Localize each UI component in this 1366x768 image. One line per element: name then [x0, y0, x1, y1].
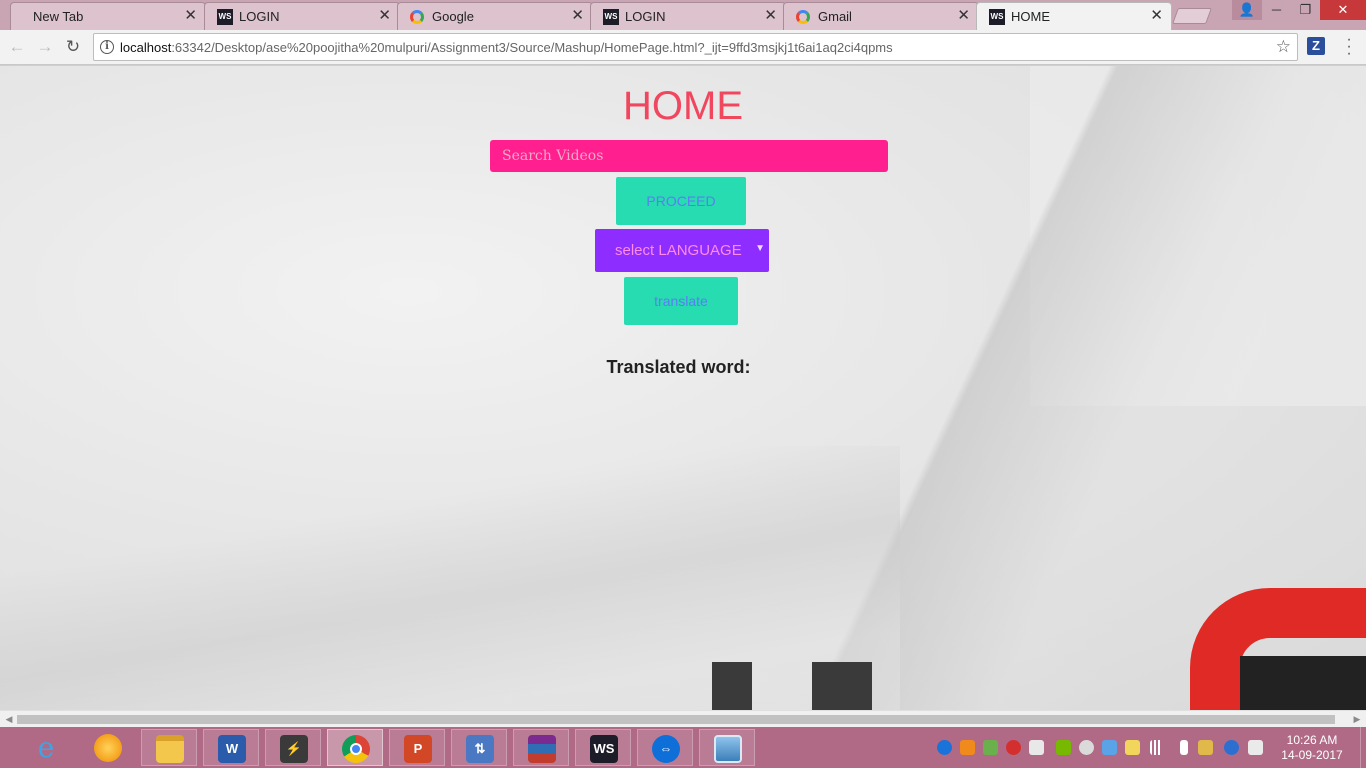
scrollbar-thumb[interactable] [17, 715, 1335, 724]
scroll-left-arrow-icon[interactable]: ◀ [2, 714, 16, 725]
background-dark-graphic [712, 662, 872, 710]
security-tray-icon[interactable] [983, 740, 998, 755]
forward-arrow-icon[interactable]: → [34, 36, 56, 58]
translate-button[interactable]: translate [624, 277, 738, 325]
powerpoint-icon[interactable]: P [389, 729, 445, 766]
tray-app-icon[interactable] [1102, 740, 1117, 755]
url-text[interactable]: localhost:63342/Desktop/ase%20poojitha%2… [120, 40, 893, 55]
volume-icon[interactable] [1079, 740, 1094, 755]
tab-login-2[interactable]: WS LOGIN ✕ [590, 2, 786, 30]
reload-icon[interactable]: ↻ [62, 36, 84, 58]
tab-login-1[interactable]: WS LOGIN ✕ [204, 2, 400, 30]
show-desktop-button[interactable] [1360, 727, 1366, 768]
window-controls: 👤 ─ ❐ ✕ [1232, 0, 1366, 20]
teamviewer-tray-icon[interactable] [937, 740, 952, 755]
media-player-icon[interactable] [80, 729, 136, 766]
nvidia-tray-icon[interactable] [1056, 740, 1071, 755]
internet-explorer-icon[interactable]: e [18, 729, 74, 766]
tab-close-icon[interactable]: ✕ [764, 7, 777, 25]
background-dark-graphic [1240, 656, 1366, 710]
language-select-value: select LANGUAGE [615, 242, 742, 259]
teamviewer-icon[interactable]: ⇔ [637, 729, 693, 766]
tab-close-icon[interactable]: ✕ [378, 7, 391, 25]
photo-viewer-icon[interactable] [699, 729, 755, 766]
dropdown-arrow-icon: ▼ [755, 243, 765, 254]
antivirus-tray-icon[interactable] [1006, 740, 1021, 755]
new-tab-button[interactable] [1172, 8, 1212, 24]
tray-app-icon[interactable] [1125, 740, 1140, 755]
browser-toolbar: ← → ↻ i localhost:63342/Desktop/ase%20po… [0, 30, 1366, 65]
word-icon[interactable]: W [203, 729, 259, 766]
battery-icon[interactable] [1180, 740, 1188, 755]
tab-title: Google [432, 9, 474, 24]
url-host: localhost [120, 40, 172, 55]
bluetooth-icon[interactable] [1224, 740, 1239, 755]
google-icon [796, 10, 810, 24]
tab-close-icon[interactable]: ✕ [184, 7, 197, 25]
system-tray [930, 727, 1270, 768]
proceed-button[interactable]: PROCEED [616, 177, 746, 225]
tray-app-icon[interactable] [1198, 740, 1213, 755]
tab-title: New Tab [33, 9, 84, 24]
webstorm-icon: WS [603, 9, 619, 25]
url-path: :63342/Desktop/ase%20poojitha%20mulpuri/… [171, 40, 893, 55]
file-explorer-icon[interactable] [141, 729, 197, 766]
clock-time: 10:26 AM [1286, 733, 1338, 747]
webstorm-icon[interactable]: WS [575, 729, 631, 766]
horizontal-scrollbar[interactable]: ◀ ▶ [0, 710, 1366, 727]
tab-close-icon[interactable]: ✕ [957, 7, 970, 25]
windows-taskbar: e W ⚡ P ⇅ WS ⇔ 10:26 AM 14-09-2017 [0, 727, 1366, 768]
back-arrow-icon[interactable]: ← [6, 36, 28, 58]
tray-app-icon[interactable] [1248, 740, 1263, 755]
menu-kebab-icon[interactable]: · · · [1342, 32, 1356, 62]
search-videos-input[interactable] [490, 140, 888, 172]
tab-title: LOGIN [625, 9, 666, 24]
browser-tab-strip: New Tab ✕ WS LOGIN ✕ Google ✕ WS LOGIN ✕… [0, 0, 1366, 31]
tab-new-tab[interactable]: New Tab ✕ [10, 2, 206, 30]
network-icon[interactable]: ⇅ [451, 729, 507, 766]
tab-title: HOME [1011, 9, 1050, 24]
tab-title: Gmail [818, 9, 852, 24]
info-icon[interactable]: i [100, 40, 114, 54]
tab-gmail[interactable]: Gmail ✕ [783, 2, 979, 30]
chrome-icon[interactable] [327, 729, 383, 766]
tab-home[interactable]: WS HOME ✕ [976, 2, 1172, 31]
tab-close-icon[interactable]: ✕ [1150, 7, 1163, 25]
close-window-button[interactable]: ✕ [1320, 0, 1366, 20]
winrar-icon[interactable] [513, 729, 569, 766]
page-title: HOME [623, 84, 743, 128]
address-bar[interactable]: i localhost:63342/Desktop/ase%20poojitha… [93, 33, 1298, 61]
tab-close-icon[interactable]: ✕ [571, 7, 584, 25]
bookmark-star-icon[interactable]: ☆ [1276, 37, 1291, 57]
taskbar-clock[interactable]: 10:26 AM 14-09-2017 [1276, 733, 1348, 763]
minimize-button[interactable]: ─ [1262, 0, 1291, 20]
translated-word-label: Translated word: [606, 357, 751, 377]
wifi-signal-icon[interactable] [1150, 740, 1165, 755]
extension-z-icon[interactable]: Z [1307, 37, 1325, 55]
action-center-flag-icon[interactable] [1029, 740, 1044, 755]
clock-date: 14-09-2017 [1281, 748, 1343, 762]
page-viewport: HOME PROCEED select LANGUAGE ▼ translate… [0, 66, 1366, 710]
tray-app-icon[interactable] [960, 740, 975, 755]
webstorm-icon: WS [217, 9, 233, 25]
language-select[interactable]: select LANGUAGE ▼ [595, 229, 769, 272]
winamp-icon[interactable]: ⚡ [265, 729, 321, 766]
google-icon [410, 10, 424, 24]
tab-title: LOGIN [239, 9, 280, 24]
user-profile-icon[interactable]: 👤 [1232, 0, 1262, 20]
scroll-right-arrow-icon[interactable]: ▶ [1350, 714, 1364, 725]
webstorm-icon: WS [989, 9, 1005, 25]
tab-google[interactable]: Google ✕ [397, 2, 593, 30]
restore-button[interactable]: ❐ [1291, 0, 1320, 20]
